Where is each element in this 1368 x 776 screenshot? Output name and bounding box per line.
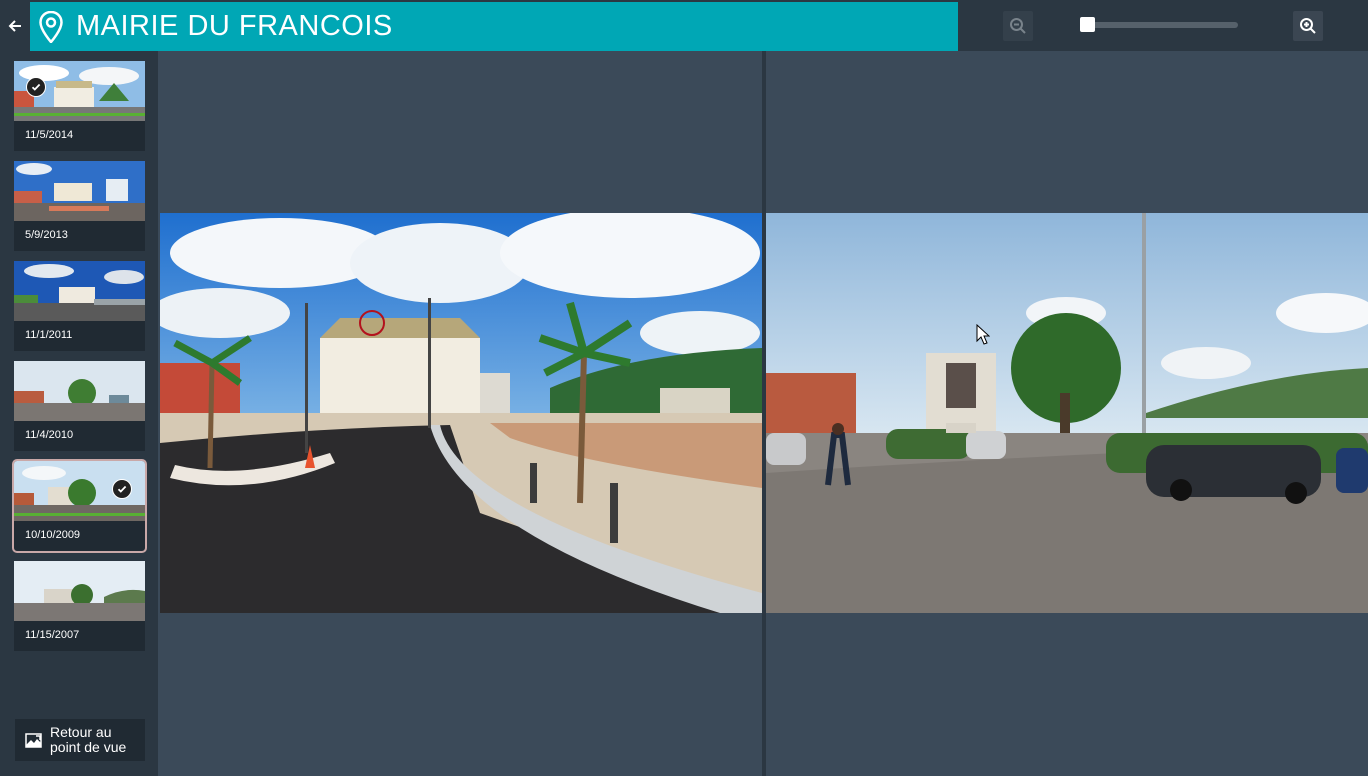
history-thumbnail[interactable]: 11/15/2007 xyxy=(14,561,145,651)
history-thumbnail[interactable]: 11/5/2014 xyxy=(14,61,145,151)
right-photo-image xyxy=(766,213,1368,613)
right-street-photo[interactable] xyxy=(766,213,1368,613)
history-sidebar: 11/5/2014 5/9/2013 11/1/2011 11/4/2010 1… xyxy=(0,51,158,776)
thumbnail-image xyxy=(14,361,145,421)
history-thumbnail[interactable]: 11/1/2011 xyxy=(14,261,145,351)
thumbnail-image xyxy=(14,261,145,321)
thumbnail-date: 11/5/2014 xyxy=(25,129,74,141)
history-thumbnail-selected[interactable]: 10/10/2009 xyxy=(12,459,147,553)
mouse-cursor-icon xyxy=(976,324,990,345)
top-bar: MAIRIE DU FRANCOIS xyxy=(0,0,1368,51)
title-bar: MAIRIE DU FRANCOIS xyxy=(30,2,958,51)
thumbnail-date: 10/10/2009 xyxy=(25,529,81,541)
check-icon xyxy=(26,77,46,97)
arrow-left-icon xyxy=(8,19,21,32)
zoom-out-button[interactable] xyxy=(1003,11,1033,41)
zoom-slider-track[interactable] xyxy=(1085,22,1238,28)
back-button[interactable] xyxy=(0,0,30,51)
zoom-in-icon xyxy=(1300,18,1316,34)
left-photo-image xyxy=(160,213,762,613)
thumbnail-date: 11/1/2011 xyxy=(25,329,73,341)
map-pin-icon xyxy=(39,10,63,43)
thumbnail-image xyxy=(14,161,145,221)
thumbnail-date: 11/15/2007 xyxy=(25,629,80,641)
history-thumbnail[interactable]: 5/9/2013 xyxy=(14,161,145,251)
return-button-label: Retour au point de vue xyxy=(50,724,127,755)
left-street-photo[interactable] xyxy=(160,213,762,613)
return-view-icon xyxy=(25,732,42,748)
thumbnail-date: 11/4/2010 xyxy=(25,429,74,441)
thumbnail-image xyxy=(14,561,145,621)
thumbnail-date: 5/9/2013 xyxy=(25,229,68,241)
zoom-in-button[interactable] xyxy=(1293,11,1323,41)
page-title: MAIRIE DU FRANCOIS xyxy=(76,10,393,42)
zoom-out-icon xyxy=(1010,18,1026,34)
check-icon xyxy=(112,479,132,499)
history-thumbnail[interactable]: 11/4/2010 xyxy=(14,361,145,451)
zoom-slider-handle[interactable] xyxy=(1080,17,1095,32)
return-to-viewpoint-button[interactable]: Retour au point de vue xyxy=(15,719,145,761)
